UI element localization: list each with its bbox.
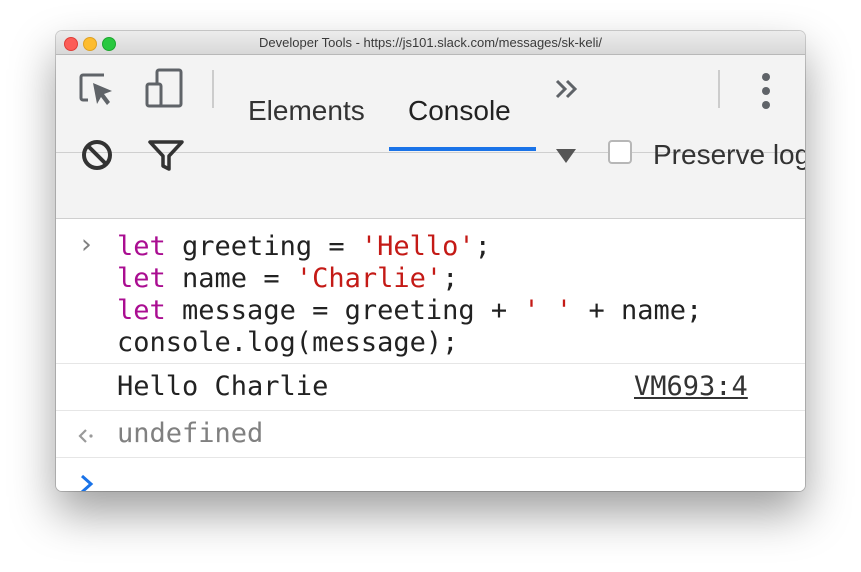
block-icon[interactable]	[80, 138, 114, 172]
input-prompt-icon: ›	[78, 229, 95, 260]
code-line: let greeting = 'Hello';	[117, 231, 491, 262]
tab-console[interactable]: Console	[408, 95, 511, 127]
devtools-window: Developer Tools - https://js101.slack.co…	[56, 31, 805, 491]
triangle-down-icon[interactable]	[554, 147, 578, 165]
more-options-icon[interactable]	[760, 72, 772, 110]
code-line: let message = greeting + ' ' + name;	[117, 295, 703, 326]
chevron-right-icon	[81, 474, 94, 491]
title-bar: Developer Tools - https://js101.slack.co…	[56, 31, 805, 55]
console-panel[interactable]: › let greeting = 'Hello'; let name = 'Ch…	[56, 219, 805, 491]
console-input[interactable]	[117, 465, 777, 491]
log-source-link[interactable]: VM693:4	[634, 371, 748, 402]
row-divider	[56, 457, 805, 458]
code-line: let name = 'Charlie';	[117, 263, 459, 294]
row-divider	[56, 363, 805, 364]
log-output: Hello Charlie	[117, 371, 329, 402]
chevron-double-right-icon[interactable]	[554, 78, 580, 100]
code-line: console.log(message);	[117, 327, 459, 358]
tab-bar-divider-right	[718, 70, 720, 108]
preserve-log-checkbox[interactable]	[608, 140, 632, 164]
preserve-log-label: Preserve log	[653, 139, 805, 170]
inspect-element-icon[interactable]	[78, 71, 116, 111]
window-title: Developer Tools - https://js101.slack.co…	[259, 35, 602, 50]
tab-bar-divider	[212, 70, 214, 108]
tab-elements[interactable]: Elements	[248, 95, 365, 127]
device-toolbar-icon[interactable]	[145, 67, 185, 109]
active-tab-indicator	[389, 147, 536, 151]
return-value-icon	[78, 429, 93, 443]
funnel-icon[interactable]	[147, 139, 185, 173]
row-divider	[56, 410, 805, 411]
return-value: undefined	[117, 418, 264, 449]
